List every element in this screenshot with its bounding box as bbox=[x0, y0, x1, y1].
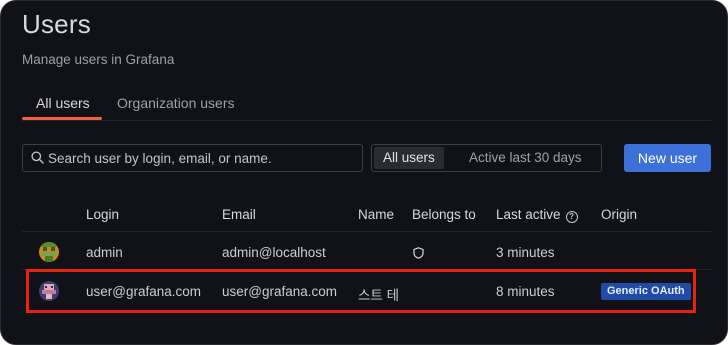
column-header-belongs-to: Belongs to bbox=[412, 207, 476, 222]
name-cell: 스트 테 bbox=[358, 288, 400, 303]
row-divider bbox=[22, 231, 711, 232]
search-icon bbox=[31, 151, 44, 164]
info-icon[interactable]: ? bbox=[565, 211, 578, 223]
column-header-origin: Origin bbox=[601, 207, 638, 222]
filter-all-users[interactable]: All users bbox=[374, 147, 444, 169]
tab-all-users[interactable]: All users bbox=[36, 95, 90, 111]
last-active-cell: 8 minutes bbox=[496, 284, 555, 299]
login-cell: admin bbox=[86, 245, 123, 260]
column-header-email[interactable]: Email bbox=[222, 207, 256, 222]
tab-bar: All users Organization users bbox=[22, 87, 711, 121]
activity-filter: All users Active last 30 days bbox=[371, 144, 602, 172]
row-divider bbox=[22, 269, 711, 270]
search-input[interactable] bbox=[48, 145, 353, 171]
column-header-name[interactable]: Name bbox=[358, 207, 394, 222]
new-user-button[interactable]: New user bbox=[624, 144, 711, 172]
email-cell: admin@localhost bbox=[222, 245, 326, 260]
avatar bbox=[39, 281, 59, 301]
column-header-login[interactable]: Login bbox=[86, 207, 119, 222]
shield-icon bbox=[413, 247, 424, 262]
page-title: Users bbox=[22, 9, 91, 39]
column-header-last-active[interactable]: Last active bbox=[496, 207, 561, 222]
filter-active-last-30-days[interactable]: Active last 30 days bbox=[460, 147, 591, 169]
avatar bbox=[39, 242, 59, 262]
email-cell: user@grafana.com bbox=[222, 284, 338, 299]
users-page: Users Manage users in Grafana All users … bbox=[0, 0, 728, 345]
page-subtitle: Manage users in Grafana bbox=[22, 52, 175, 67]
origin-badge: Generic OAuth bbox=[601, 283, 691, 300]
login-cell: user@grafana.com bbox=[86, 284, 202, 299]
column-header-last-active-wrap: Last active? bbox=[496, 207, 578, 223]
active-tab-indicator bbox=[22, 117, 102, 120]
tab-organization-users[interactable]: Organization users bbox=[117, 95, 235, 111]
search-box bbox=[22, 144, 363, 172]
last-active-cell: 3 minutes bbox=[496, 245, 555, 260]
